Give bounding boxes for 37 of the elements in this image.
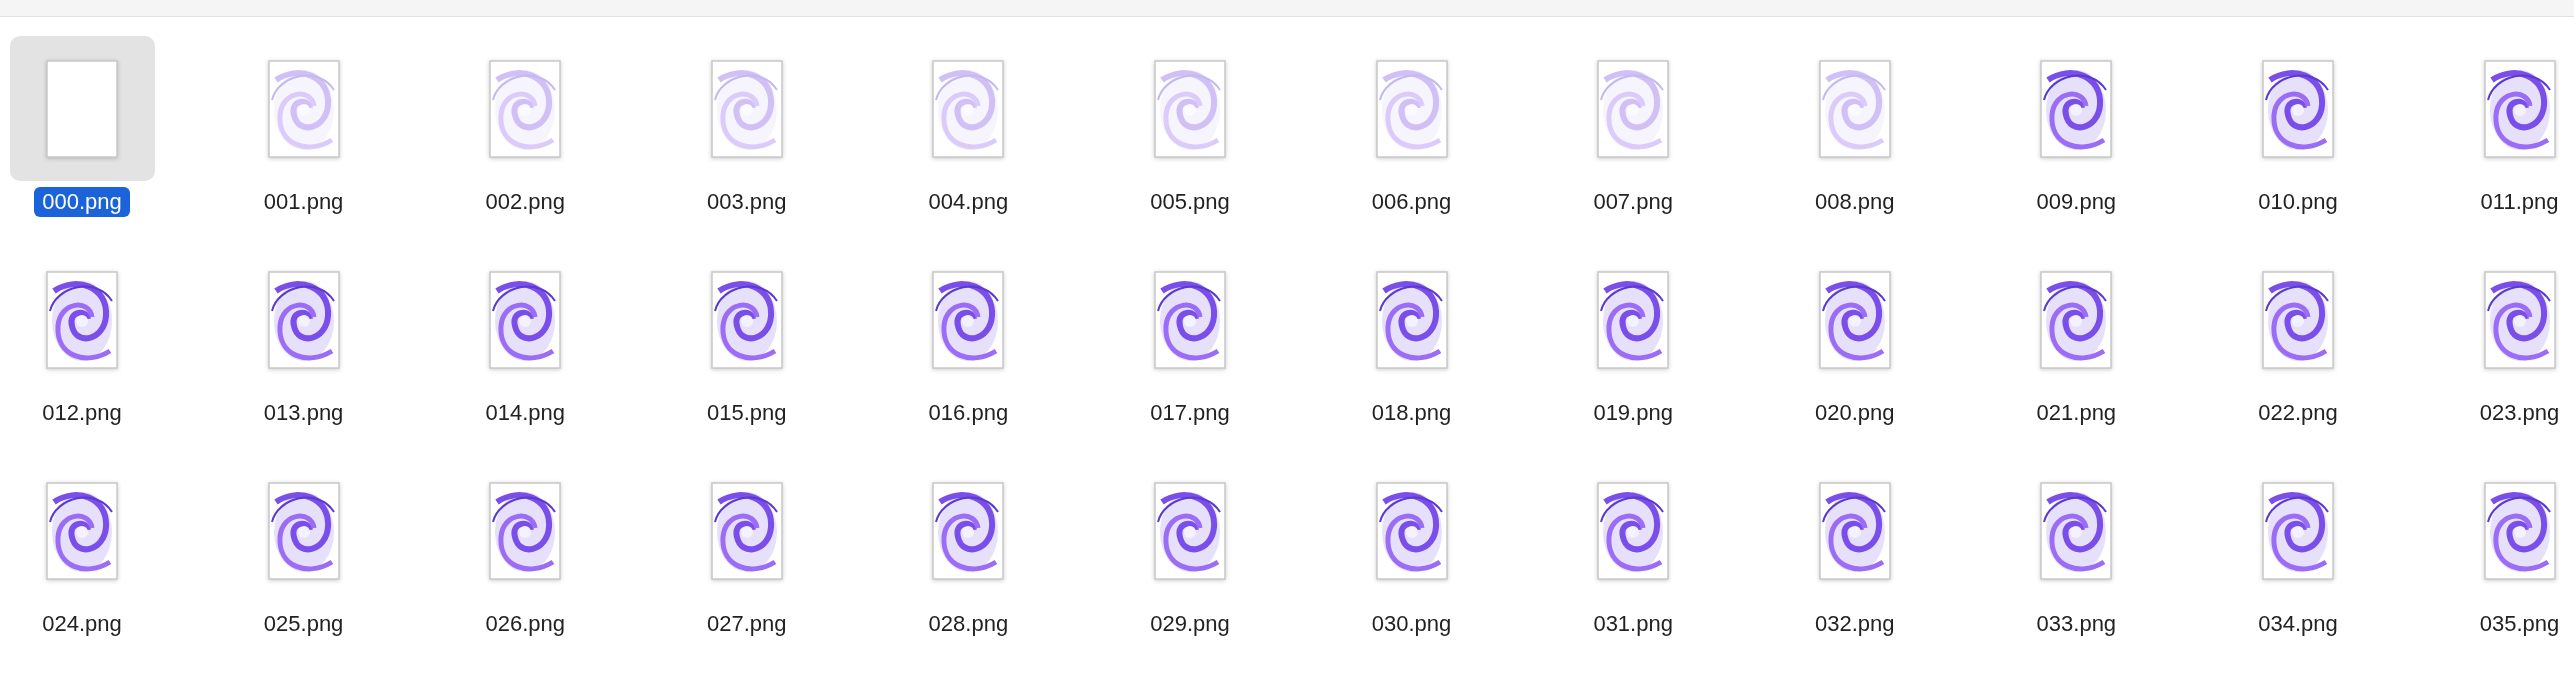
file-name[interactable]: 011.png [2472, 187, 2567, 217]
file-name[interactable]: 034.png [2250, 609, 2346, 639]
file-name[interactable]: 020.png [1807, 398, 1903, 428]
file-name[interactable]: 007.png [1585, 187, 1681, 217]
file-name[interactable]: 025.png [255, 609, 352, 639]
file-name[interactable]: 035.png [2471, 609, 2568, 639]
file-name[interactable]: 013.png [255, 398, 352, 428]
file-name[interactable]: 014.png [477, 398, 573, 428]
file-name[interactable]: 026.png [477, 609, 573, 639]
file-name[interactable]: 023.png [2471, 398, 2568, 428]
file-name[interactable]: 015.png [699, 398, 795, 428]
file-name[interactable]: 027.png [699, 609, 795, 639]
file-name[interactable]: 012.png [34, 398, 130, 428]
file-thumbnail[interactable] [9, 36, 155, 181]
file-name[interactable]: 024.png [34, 609, 130, 639]
file-name[interactable]: 033.png [2028, 609, 2125, 639]
file-name[interactable]: 009.png [2028, 187, 2125, 217]
file-name[interactable]: 001.png [255, 187, 352, 217]
file-name[interactable]: 031.png [1585, 609, 1681, 639]
file-name[interactable]: 008.png [1807, 187, 1903, 217]
file-name[interactable]: 018.png [1363, 398, 1460, 428]
file-name[interactable]: 000.png [34, 187, 130, 217]
file-name[interactable]: 003.png [699, 187, 795, 217]
file-name[interactable]: 002.png [477, 187, 573, 217]
file-name[interactable]: 006.png [1363, 187, 1460, 217]
file-name[interactable]: 028.png [920, 609, 1017, 639]
file-name[interactable]: 021.png [2028, 398, 2125, 428]
file-name[interactable]: 029.png [1142, 609, 1238, 639]
file-name[interactable]: 019.png [1585, 398, 1681, 428]
file-name[interactable]: 017.png [1142, 398, 1238, 428]
file-name[interactable]: 032.png [1807, 609, 1903, 639]
file-name[interactable]: 005.png [1142, 187, 1238, 217]
file-name[interactable]: 004.png [920, 187, 1017, 217]
file-name[interactable]: 016.png [920, 398, 1017, 428]
file-name[interactable]: 030.png [1363, 609, 1460, 639]
file-name[interactable]: 010.png [2250, 187, 2346, 217]
file-name[interactable]: 022.png [2250, 398, 2346, 428]
